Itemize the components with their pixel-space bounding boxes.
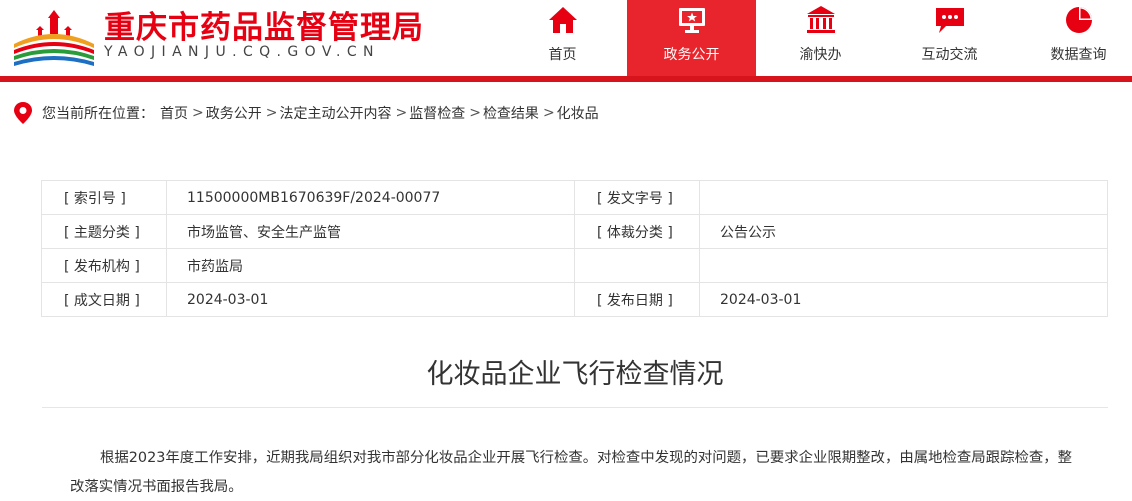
meta-value: 2024-03-01 bbox=[699, 282, 1108, 317]
nav-label: 首页 bbox=[548, 47, 577, 63]
meta-value: 公告公示 bbox=[699, 214, 1108, 249]
meta-key: [ 主题分类 ] bbox=[41, 214, 167, 249]
meta-key: [ 发文字号 ] bbox=[574, 180, 700, 215]
meta-key: [ 成文日期 ] bbox=[41, 282, 167, 317]
meta-value: 2024-03-01 bbox=[166, 282, 575, 317]
breadcrumb-item-supervision[interactable]: 监督检查 bbox=[409, 103, 465, 123]
breadcrumb-item-statutory-disclosure[interactable]: 法定主动公开内容 bbox=[279, 103, 391, 123]
nav-label: 数据查询 bbox=[1050, 47, 1107, 63]
meta-value: 市场监管、安全生产监管 bbox=[166, 214, 575, 249]
monitor-icon bbox=[676, 4, 708, 36]
document-meta-table: [ 索引号 ] 11500000MB1670639F/2024-00077 [ … bbox=[41, 180, 1108, 317]
breadcrumb-item-home[interactable]: 首页 bbox=[160, 103, 188, 123]
nav-item-yukuaiban[interactable]: 渝快办 bbox=[756, 0, 885, 78]
breadcrumb-separator: > bbox=[265, 105, 278, 121]
location-pin-icon bbox=[14, 102, 32, 124]
table-row: [ 成文日期 ] 2024-03-01 [ 发布日期 ] 2024-03-01 bbox=[41, 282, 1108, 317]
article-body: 根据2023年度工作安排，近期我局组织对我市部分化妆品企业开展飞行检查。对检查中… bbox=[70, 450, 1073, 495]
meta-key: [ 发布机构 ] bbox=[41, 248, 167, 283]
chat-bubble-icon bbox=[934, 4, 966, 36]
breadcrumb-separator: > bbox=[395, 105, 408, 121]
nav-label: 互动交流 bbox=[921, 47, 978, 63]
breadcrumb-separator: > bbox=[192, 105, 204, 121]
breadcrumb-item-government-affairs[interactable]: 政务公开 bbox=[206, 103, 262, 123]
meta-key: [ 体裁分类 ] bbox=[574, 214, 700, 249]
breadcrumb-prefix: 您当前所在位置： bbox=[42, 106, 154, 122]
site-domain: YAOJIANJU.CQ.GOV.CN bbox=[104, 44, 380, 60]
nav-item-interaction[interactable]: 互动交流 bbox=[885, 0, 1014, 78]
meta-value bbox=[699, 248, 1108, 283]
meta-value bbox=[699, 180, 1108, 215]
nav-item-home[interactable]: 首页 bbox=[498, 0, 627, 78]
table-row: [ 主题分类 ] 市场监管、安全生产监管 [ 体裁分类 ] 公告公示 bbox=[41, 214, 1108, 249]
nav-item-data-query[interactable]: 数据查询 bbox=[1014, 0, 1132, 78]
meta-value: 市药监局 bbox=[166, 248, 575, 283]
breadcrumb-item-inspection-results[interactable]: 检查结果 bbox=[483, 103, 539, 123]
meta-value: 11500000MB1670639F/2024-00077 bbox=[166, 180, 575, 215]
building-logo-icon[interactable] bbox=[10, 4, 98, 68]
breadcrumb: 您当前所在位置： 首页 > 政务公开 > 法定主动公开内容 > 监督检查 > 检… bbox=[12, 100, 603, 126]
breadcrumb-separator: > bbox=[469, 105, 481, 121]
government-building-icon bbox=[805, 4, 837, 36]
article-title: 化妆品企业飞行检查情况 bbox=[426, 359, 724, 390]
site-header: 重庆市药品监督管理局 YAOJIANJU.CQ.GOV.CN 首页 政务公开 渝… bbox=[0, 0, 1132, 78]
meta-key bbox=[574, 248, 700, 283]
table-row: [ 索引号 ] 11500000MB1670639F/2024-00077 [ … bbox=[41, 180, 1108, 215]
meta-key: [ 索引号 ] bbox=[41, 180, 167, 215]
nav-label: 政务公开 bbox=[663, 47, 720, 63]
breadcrumb-separator: > bbox=[542, 105, 555, 121]
breadcrumb-item-cosmetics[interactable]: 化妆品 bbox=[557, 103, 599, 123]
site-title[interactable]: 重庆市药品监督管理局 bbox=[104, 2, 424, 47]
main-nav: 首页 政务公开 渝快办 互动交流 数据查询 bbox=[498, 0, 1132, 78]
header-divider bbox=[0, 76, 1132, 82]
home-icon bbox=[547, 4, 579, 36]
nav-item-government-affairs[interactable]: 政务公开 bbox=[627, 0, 756, 78]
table-row: [ 发布机构 ] 市药监局 bbox=[41, 248, 1108, 283]
meta-key: [ 发布日期 ] bbox=[574, 282, 700, 317]
title-divider bbox=[42, 407, 1108, 408]
pie-chart-icon bbox=[1063, 4, 1095, 36]
nav-label: 渝快办 bbox=[799, 47, 842, 63]
